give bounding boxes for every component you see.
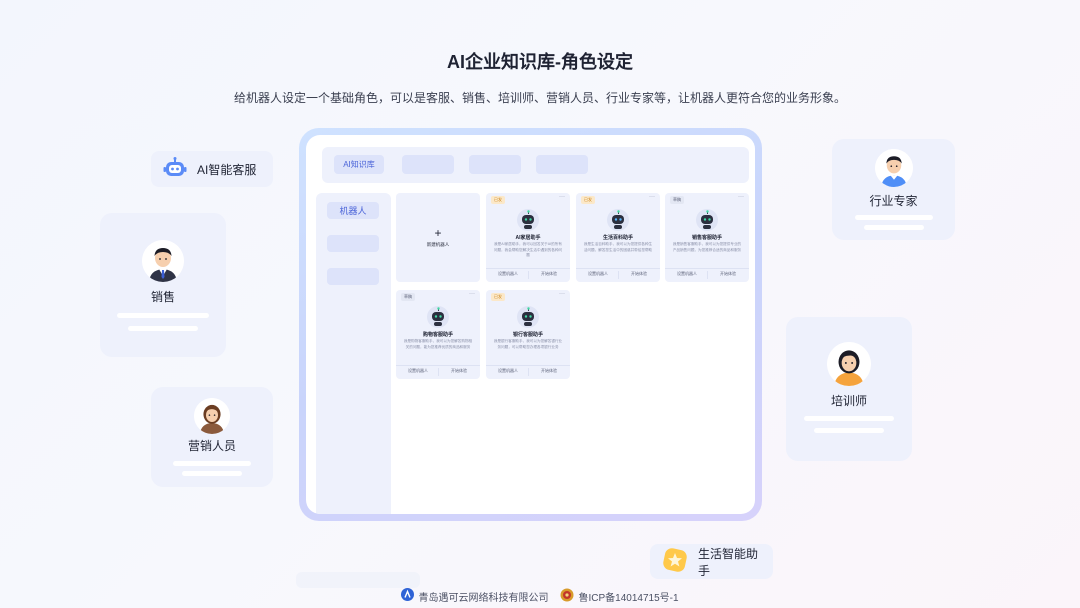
robot-name: 银行客服助手 (512, 332, 543, 338)
divider (486, 268, 570, 269)
expert-icon (874, 149, 913, 187)
try-button[interactable]: 开始体验 (619, 271, 659, 277)
robot-card[interactable]: 已发 ··· AI家居助手 我是AI家居助手，我可以回答关于AI的所有问题，我会… (486, 193, 570, 282)
tab-placeholder[interactable] (402, 155, 454, 174)
robot-card[interactable]: 草稿 ··· 购物客服助手 我是购物客服助手，我可以为您解答购物相关的问题，能为… (396, 290, 480, 379)
sidebar-item-placeholder[interactable] (327, 268, 379, 285)
trainer-icon (827, 342, 871, 386)
persona-label: 营销人员 (187, 439, 236, 453)
chip-label: 生活智能助手 (698, 546, 759, 578)
persona-card-expert: 行业专家 (832, 139, 955, 240)
robot-description: 我是银行客服助手，我可以为您解答银行业务问题，可以帮助您办理各项银行业务 (493, 339, 563, 349)
star-badge-icon (662, 547, 688, 576)
chip-label: AI智能客服 (197, 162, 257, 177)
sidebar-item-robot[interactable]: 机器人 (327, 202, 379, 219)
page-title: AI企业知识库-角色设定 (447, 52, 633, 72)
footer-company[interactable]: 青岛遇可云网络科技有限公司 (401, 588, 548, 604)
try-button[interactable]: 开始体验 (529, 368, 569, 374)
persona-card-marketing: 营销人员 (151, 387, 273, 487)
more-icon[interactable]: ··· (559, 194, 565, 200)
persona-card-trainer: 培训师 (786, 317, 912, 461)
settings-button[interactable]: 设置机器人 (488, 368, 528, 374)
divider (486, 365, 570, 366)
company-logo-icon (401, 588, 415, 604)
robot-avatar-icon (517, 306, 539, 328)
status-badge: 已发 (581, 196, 595, 204)
persona-card-sales: 销售 (100, 213, 226, 357)
status-badge: 草稿 (401, 293, 415, 301)
more-icon[interactable]: ··· (469, 291, 475, 297)
settings-button[interactable]: 设置机器人 (578, 271, 618, 277)
robot-name: 购物客服助手 (422, 332, 453, 338)
chip-ai-service: AI智能客服 (151, 151, 273, 187)
placeholder-line (863, 225, 924, 230)
police-badge-icon (560, 588, 574, 605)
add-robot-label: 新建机器人 (426, 242, 450, 247)
app-sidebar: 机器人 (316, 193, 391, 514)
app-screen: AI知识库 机器人 + 新建机器人 已发 ··· AI家居助手 我是AI家居助手… (306, 135, 755, 514)
add-robot-card[interactable]: + 新建机器人 (396, 193, 480, 282)
tab-placeholder[interactable] (536, 155, 588, 174)
persona-label: 培训师 (830, 394, 867, 408)
status-badge: 草稿 (670, 196, 684, 204)
businessman-icon (142, 240, 184, 282)
divider (396, 365, 480, 366)
more-icon[interactable]: ··· (738, 194, 744, 200)
placeholder-line (854, 215, 933, 220)
avatar (194, 398, 230, 434)
robot-description: 我是销售客服助手，我可以为您提供专业的产品销售问题，为您推荐合适的商品和服务 (672, 242, 742, 252)
robot-name: 销售客服助手 (691, 235, 722, 241)
decorative-placeholder (296, 572, 420, 588)
settings-button[interactable]: 设置机器人 (488, 271, 528, 277)
tab-knowledge-base[interactable]: AI知识库 (334, 155, 384, 174)
robot-card[interactable]: 已发 ··· 生活百科助手 我是生活百科助手，我可以为您提供各种生活问题，解答您… (576, 193, 660, 282)
robot-name: 生活百科助手 (602, 235, 633, 241)
try-button[interactable]: 开始体验 (529, 271, 569, 277)
divider (576, 268, 660, 269)
robot-description: 我是AI家居助手，我可以回答关于AI的所有问题，我会帮助您解决生活中遇到的各种问… (493, 242, 563, 257)
robot-avatar-icon (517, 209, 539, 231)
status-badge: 已发 (491, 293, 505, 301)
plus-icon: + (434, 226, 442, 240)
footer-icp[interactable]: 鲁ICP备14014715号-1 (560, 588, 679, 605)
icp-number: 鲁ICP备14014715号-1 (578, 592, 679, 604)
robot-icon (163, 156, 187, 182)
placeholder-line (117, 313, 209, 318)
placeholder-line (814, 428, 884, 433)
placeholder-line (182, 471, 242, 476)
page-subtitle: 给机器人设定一个基础角色，可以是客服、销售、培训师、营销人员、行业专家等，让机器… (233, 91, 846, 105)
placeholder-line (173, 461, 251, 466)
avatar (142, 240, 184, 282)
woman-icon (194, 398, 230, 434)
placeholder-line (804, 416, 894, 421)
company-name: 青岛遇可云网络科技有限公司 (418, 592, 549, 604)
avatar (874, 149, 913, 187)
placeholder-line (128, 326, 198, 331)
robot-avatar-icon (607, 209, 629, 231)
avatar (827, 342, 871, 386)
robot-description: 我是购物客服助手，我可以为您解答购物相关的问题，能为您推荐优质的商品和服务 (403, 339, 473, 349)
divider (665, 268, 749, 269)
robot-card[interactable]: 已发 ··· 银行客服助手 我是银行客服助手，我可以为您解答银行业务问题，可以帮… (486, 290, 570, 379)
tab-placeholder[interactable] (469, 155, 521, 174)
status-badge: 已发 (491, 196, 505, 204)
settings-button[interactable]: 设置机器人 (398, 368, 438, 374)
robot-description: 我是生活百科助手，我可以为您提供各种生活问题，解答您生活中的困惑并带给您帮助 (583, 242, 653, 252)
more-icon[interactable]: ··· (649, 194, 655, 200)
robot-avatar-icon (696, 209, 718, 231)
persona-label: 行业专家 (869, 194, 918, 208)
robot-avatar-icon (427, 306, 449, 328)
footer: 青岛遇可云网络科技有限公司 鲁ICP备14014715号-1 (0, 588, 1080, 604)
chip-life-assistant: 生活智能助手 (650, 544, 773, 579)
persona-label: 销售 (150, 290, 175, 304)
device-frame: AI知识库 机器人 + 新建机器人 已发 ··· AI家居助手 我是AI家居助手… (299, 128, 762, 521)
app-topbar: AI知识库 (322, 147, 749, 183)
sidebar-item-placeholder[interactable] (327, 235, 379, 252)
try-button[interactable]: 开始体验 (439, 368, 479, 374)
more-icon[interactable]: ··· (559, 291, 565, 297)
try-button[interactable]: 开始体验 (708, 271, 748, 277)
robot-card[interactable]: 草稿 ··· 销售客服助手 我是销售客服助手，我可以为您提供专业的产品销售问题，… (665, 193, 749, 282)
robot-name: AI家居助手 (515, 235, 541, 241)
settings-button[interactable]: 设置机器人 (667, 271, 707, 277)
